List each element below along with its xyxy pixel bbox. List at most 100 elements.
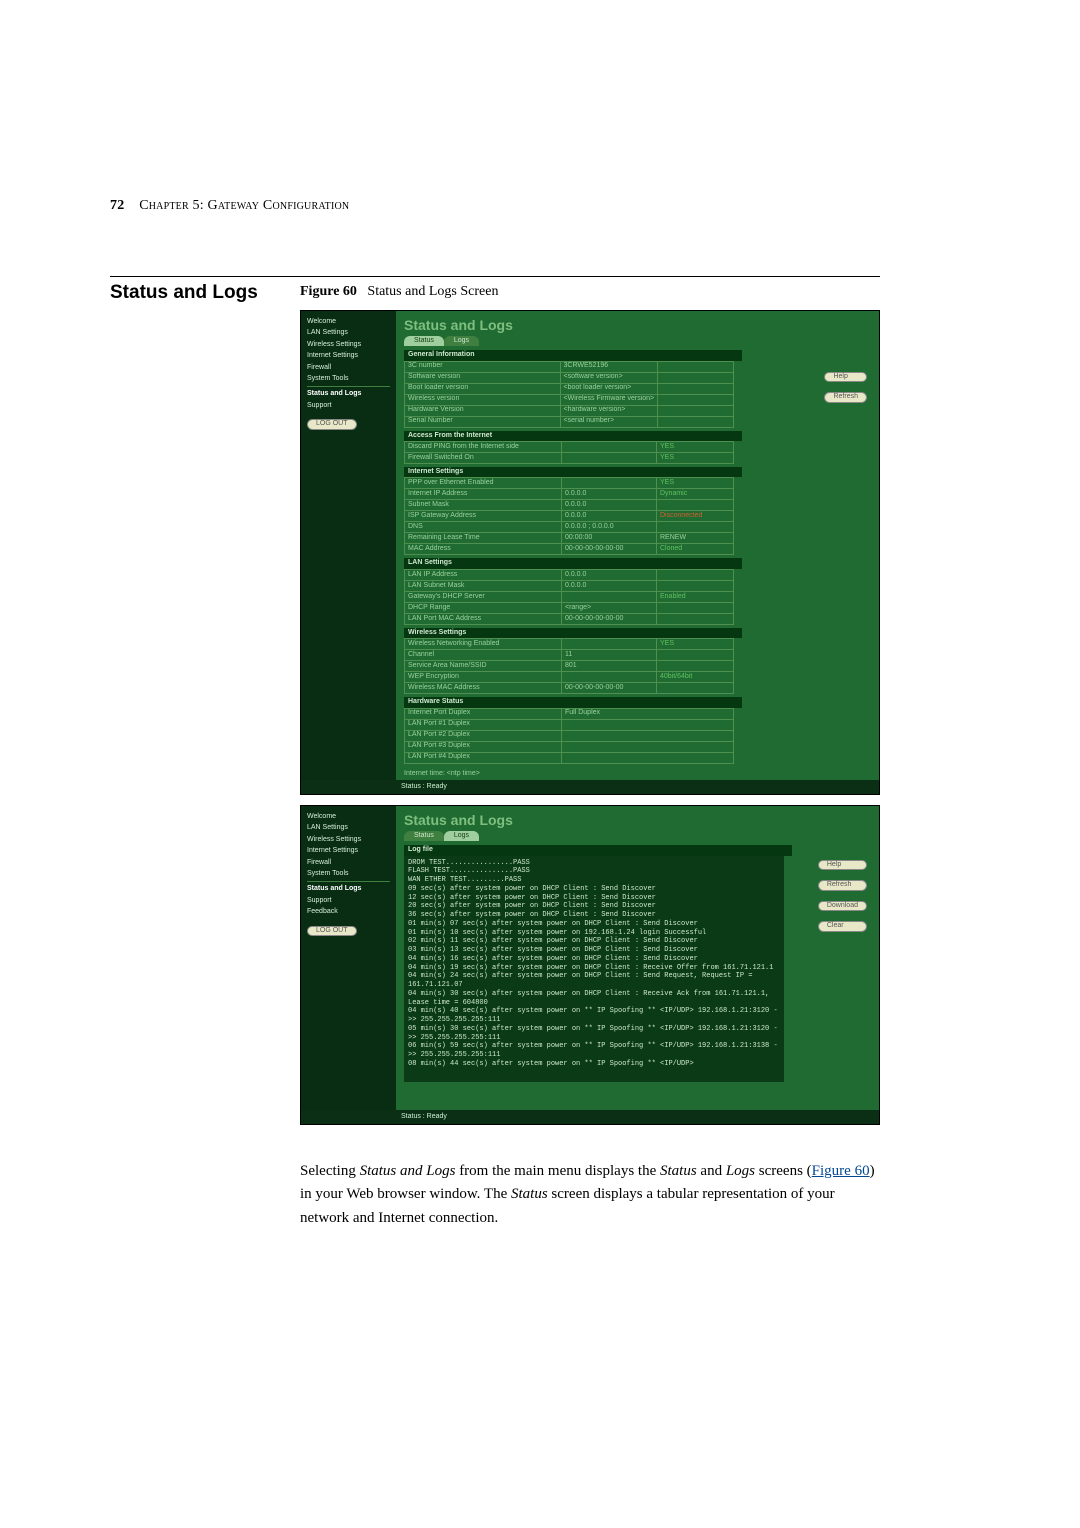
figure-screenshot: Welcome LAN Settings Wireless Settings I… (300, 310, 880, 1140)
table-cell (657, 500, 734, 511)
log-file-header: Log file (404, 845, 792, 855)
logout-button[interactable]: LOG OUT (307, 926, 357, 936)
table-cell (658, 383, 734, 394)
section-lan-header: LAN Settings (404, 558, 742, 568)
sidebar-item-firewall[interactable]: Firewall (307, 859, 390, 867)
figure-link[interactable]: Figure 60 (812, 1163, 870, 1179)
help-button[interactable]: Help (824, 372, 867, 382)
body-text-span: from the main menu displays the (455, 1163, 660, 1179)
clear-button[interactable]: Clear (818, 921, 867, 931)
tab-logs[interactable]: Logs (444, 831, 479, 841)
table-cell (657, 650, 734, 661)
sidebar-item-internet[interactable]: Internet Settings (307, 847, 390, 855)
sidebar-item-status-logs[interactable]: Status and Logs (307, 885, 390, 893)
refresh-button[interactable]: Refresh (818, 880, 867, 890)
chapter-label: Chapter 5: Gateway Configuration (139, 198, 349, 213)
sidebar-item-welcome[interactable]: Welcome (307, 813, 390, 821)
sidebar-item-tools[interactable]: System Tools (307, 870, 390, 878)
table-cell: 00:00:00 (562, 533, 657, 544)
tab-status[interactable]: Status (404, 336, 444, 346)
section-access-header: Access From the Internet (404, 431, 742, 441)
sidebar-item-wireless[interactable]: Wireless Settings (307, 341, 390, 349)
status-bar: Status : Ready (301, 780, 879, 794)
section-general-header: General Information (404, 350, 742, 360)
table-cell: LAN Port #2 Duplex (405, 730, 562, 741)
router-sidebar: Welcome LAN Settings Wireless Settings I… (301, 311, 396, 794)
sidebar-item-welcome[interactable]: Welcome (307, 318, 390, 326)
table-cell: Gateway's DHCP Server (405, 591, 562, 602)
table-cell: YES (657, 639, 734, 650)
table-cell: 00-00-00-00-00-00 (562, 613, 657, 624)
tab-status[interactable]: Status (404, 831, 444, 841)
table-cell: 0.0.0.0 (562, 511, 657, 522)
table-cell: LAN Port #4 Duplex (405, 752, 562, 763)
table-hardware: Internet Port DuplexFull DuplexLAN Port … (404, 708, 734, 764)
figure-caption: Figure 60 Status and Logs Screen (300, 284, 498, 300)
panel-title: Status and Logs (404, 812, 871, 829)
table-cell (562, 719, 734, 730)
sidebar-item-internet[interactable]: Internet Settings (307, 352, 390, 360)
table-cell: Cloned (657, 544, 734, 555)
side-buttons: Help Refresh Download Clear (818, 854, 867, 932)
table-cell: YES (657, 452, 734, 463)
horizontal-rule (110, 276, 880, 277)
logs-panel: Welcome LAN Settings Wireless Settings I… (300, 805, 880, 1125)
logout-button[interactable]: LOG OUT (307, 419, 357, 429)
download-button[interactable]: Download (818, 901, 867, 911)
sidebar-item-firewall[interactable]: Firewall (307, 364, 390, 372)
table-lan: LAN IP Address0.0.0.0LAN Subnet Mask0.0.… (404, 569, 734, 625)
table-cell: Wireless Networking Enabled (405, 639, 562, 650)
table-cell: 3CRWE52196 (560, 361, 658, 372)
logs-content: Status and Logs Status Logs Help Refresh… (396, 806, 879, 1124)
body-text-italic: Logs (726, 1163, 755, 1179)
table-cell: ISP Gateway Address (405, 511, 562, 522)
table-cell: Full Duplex (562, 708, 734, 719)
body-text-italic: Status (660, 1163, 697, 1179)
tab-bar: Status Logs (404, 336, 871, 346)
table-cell: Wireless version (405, 394, 561, 405)
table-cell: 0.0.0.0 (562, 580, 657, 591)
table-cell (657, 683, 734, 694)
sidebar-item-lan[interactable]: LAN Settings (307, 329, 390, 337)
sidebar-item-status-logs[interactable]: Status and Logs (307, 390, 390, 398)
section-wireless-header: Wireless Settings (404, 628, 742, 638)
table-cell (657, 580, 734, 591)
table-cell: Firewall Switched On (405, 452, 562, 463)
help-button[interactable]: Help (818, 860, 867, 870)
body-text-span: Selecting (300, 1163, 360, 1179)
table-cell: LAN Subnet Mask (405, 580, 562, 591)
table-cell: DNS (405, 522, 562, 533)
table-cell: 0.0.0.0 (562, 489, 657, 500)
sidebar-item-feedback[interactable]: Feedback (307, 908, 390, 916)
table-cell: Channel (405, 650, 562, 661)
table-cell: PPP over Ethernet Enabled (405, 478, 562, 489)
table-cell: Disconnected (657, 511, 734, 522)
table-cell: 801 (562, 661, 657, 672)
refresh-button[interactable]: Refresh (824, 392, 867, 402)
table-cell: RENEW (657, 533, 734, 544)
status-panel: Welcome LAN Settings Wireless Settings I… (300, 310, 880, 795)
table-cell: LAN Port MAC Address (405, 613, 562, 624)
body-text-span: screens ( (755, 1163, 812, 1179)
table-cell: Discard PING from the Internet side (405, 441, 562, 452)
table-cell: Dynamic (657, 489, 734, 500)
status-content: Status and Logs Status Logs Help Refresh… (396, 311, 879, 794)
table-cell: Boot loader version (405, 383, 561, 394)
table-cell: <Wireless Firmware version> (560, 394, 658, 405)
tab-logs[interactable]: Logs (444, 336, 479, 346)
table-cell (562, 478, 657, 489)
table-cell (657, 602, 734, 613)
table-cell: Subnet Mask (405, 500, 562, 511)
table-cell (562, 591, 657, 602)
table-cell (658, 361, 734, 372)
sidebar-item-wireless[interactable]: Wireless Settings (307, 836, 390, 844)
sidebar-item-support[interactable]: Support (307, 897, 390, 905)
table-cell (657, 613, 734, 624)
sidebar-item-lan[interactable]: LAN Settings (307, 824, 390, 832)
page-number: 72 (110, 198, 124, 213)
side-buttons: Help Refresh (824, 366, 867, 403)
sidebar-item-tools[interactable]: System Tools (307, 375, 390, 383)
sidebar-item-support[interactable]: Support (307, 402, 390, 410)
table-cell: Serial Number (405, 416, 561, 427)
status-bar: Status : Ready (301, 1110, 879, 1124)
